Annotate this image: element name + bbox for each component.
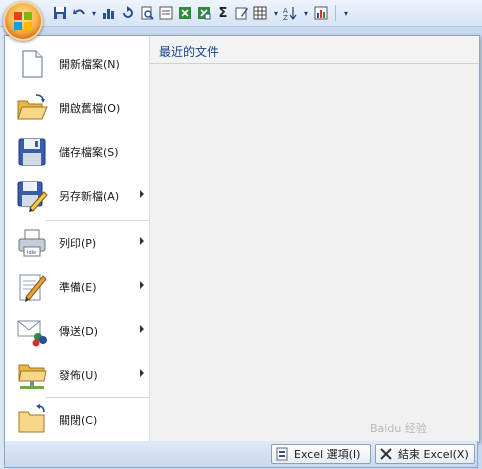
svg-text:Z: Z — [283, 14, 288, 20]
office-menu: 開新檔案(N) 開啟舊檔(O) 儲存檔案(S) 另存新檔(A) Idle 列印(… — [4, 35, 480, 443]
printer-icon: Idle — [18, 229, 46, 257]
menu-item-send[interactable]: 傳送(D) — [9, 309, 145, 353]
chart-wizard-icon[interactable] — [313, 5, 329, 21]
new-document-icon — [22, 50, 43, 78]
edit-icon[interactable] — [234, 5, 250, 21]
submenu-arrow-icon — [140, 325, 144, 333]
menu-item-label: 準備(E) — [59, 281, 97, 294]
submenu-arrow-icon — [140, 237, 144, 245]
exit-excel-button[interactable]: 結束 Excel(X) — [375, 444, 475, 464]
submenu-arrow-icon — [140, 281, 144, 289]
menu-item-label: 關閉(C) — [59, 414, 98, 427]
menu-item-label: 開新檔案(N) — [59, 58, 120, 71]
sort-dropdown-icon[interactable]: ▾ — [302, 5, 310, 21]
excel-options-label: Excel 選項(I) — [294, 448, 361, 461]
submenu-arrow-icon — [140, 190, 144, 198]
menu-item-label: 發佈(U) — [59, 369, 98, 382]
close-folder-icon — [18, 404, 45, 433]
quick-access-toolbar: ▾ Σ ▾ AZ ▾ ▾ — [0, 0, 482, 27]
menu-item-save[interactable]: 儲存檔案(S) — [9, 130, 145, 174]
menu-item-prepare[interactable]: 準備(E) — [9, 265, 145, 309]
menu-item-save-as[interactable]: 另存新檔(A) — [9, 174, 145, 218]
excel-options-button[interactable]: Excel 選項(I) — [271, 444, 371, 464]
menu-item-label: 開啟舊檔(O) — [59, 102, 121, 115]
menu-item-close[interactable]: 關閉(C) — [9, 398, 145, 442]
undo-dropdown-icon[interactable]: ▾ — [90, 5, 98, 21]
submenu-arrow-icon — [140, 369, 144, 377]
menu-item-label: 傳送(D) — [59, 325, 99, 338]
sort-icon[interactable]: AZ — [283, 5, 299, 21]
menu-item-publish[interactable]: 發佈(U) — [9, 353, 145, 397]
redo-icon[interactable] — [120, 5, 136, 21]
svg-text:Idle: Idle — [27, 250, 36, 256]
office-button[interactable] — [3, 1, 43, 41]
form-icon[interactable] — [158, 5, 174, 21]
excel-icon-2[interactable] — [196, 5, 212, 21]
print-preview-icon[interactable] — [139, 5, 155, 21]
table-dropdown-icon[interactable]: ▾ — [272, 5, 280, 21]
menu-item-new[interactable]: 開新檔案(N) — [9, 42, 145, 86]
qat-separator — [335, 5, 336, 21]
save-icon[interactable] — [52, 5, 68, 21]
save-as-icon — [17, 181, 48, 212]
save-disk-icon — [18, 138, 46, 166]
office-logo-icon — [14, 12, 32, 30]
prepare-icon — [19, 274, 47, 302]
menu-item-print[interactable]: Idle 列印(P) — [9, 221, 145, 265]
recent-documents-panel: 最近的文件 — [150, 36, 479, 442]
menu-item-label: 另存新檔(A) — [59, 190, 120, 203]
sum-icon[interactable]: Σ — [215, 5, 231, 21]
customize-icon[interactable]: ▾ — [342, 5, 350, 21]
menu-item-label: 列印(P) — [59, 237, 97, 250]
menu-footer: Excel 選項(I) 結束 Excel(X) — [4, 441, 478, 468]
qat-icons: ▾ Σ ▾ AZ ▾ ▾ — [52, 3, 350, 23]
send-icon — [17, 320, 47, 347]
watermark: Baidu 经验 — [370, 422, 427, 435]
excel-icon-1[interactable] — [177, 5, 193, 21]
undo-icon[interactable] — [71, 5, 87, 21]
open-folder-icon — [17, 94, 48, 120]
exit-excel-label: 結束 Excel(X) — [398, 448, 469, 461]
menu-commands: 開新檔案(N) 開啟舊檔(O) 儲存檔案(S) 另存新檔(A) Idle 列印(… — [5, 36, 150, 442]
exit-icon — [380, 448, 392, 460]
publish-icon — [18, 364, 47, 389]
menu-item-label: 儲存檔案(S) — [59, 146, 119, 159]
chart-icon[interactable] — [101, 5, 117, 21]
menu-item-open[interactable]: 開啟舊檔(O) — [9, 86, 145, 130]
table-icon[interactable] — [253, 5, 269, 21]
options-icon — [276, 447, 288, 461]
recent-documents-title: 最近的文件 — [150, 36, 479, 64]
